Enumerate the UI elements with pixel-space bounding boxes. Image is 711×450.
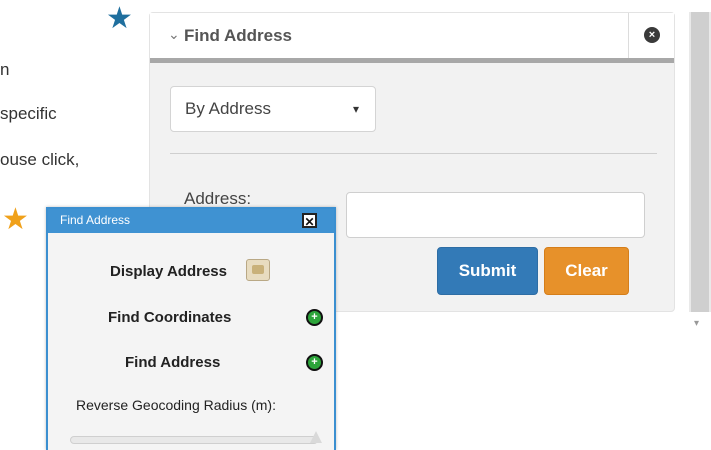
- search-mode-value: By Address: [185, 99, 271, 118]
- background-text-line-1: n: [0, 60, 10, 79]
- dialog-titlebar[interactable]: Find Address ✕: [48, 209, 334, 233]
- map-icon[interactable]: [246, 259, 270, 281]
- find-address-label: Find Address: [125, 354, 221, 371]
- find-coordinates-label: Find Coordinates: [108, 309, 232, 326]
- address-input[interactable]: [346, 192, 645, 238]
- search-mode-select[interactable]: By Address ▾: [170, 86, 376, 132]
- orange-star-icon: ★: [2, 202, 29, 237]
- background-text-line-3: ouse click,: [0, 150, 80, 169]
- close-icon[interactable]: ✕: [302, 213, 317, 229]
- radius-slider-handle[interactable]: [310, 431, 322, 443]
- reverse-geocoding-radius-label: Reverse Geocoding Radius (m):: [76, 397, 276, 413]
- close-icon[interactable]: ×: [644, 27, 660, 43]
- add-circle-icon[interactable]: +: [306, 354, 323, 371]
- scroll-down-arrow-icon[interactable]: ▾: [694, 318, 699, 329]
- scrollbar-thumb[interactable]: [691, 12, 709, 312]
- divider: [170, 153, 657, 154]
- radius-slider[interactable]: [70, 436, 318, 444]
- add-circle-icon[interactable]: +: [306, 309, 323, 326]
- panel-header[interactable]: ⌄ Find Address ×: [150, 13, 674, 63]
- find-address-dialog: Find Address ✕ Display Address Find Coor…: [46, 207, 336, 450]
- caret-down-icon: ▾: [353, 102, 360, 116]
- submit-button[interactable]: Submit: [437, 247, 538, 295]
- display-address-label: Display Address: [110, 263, 227, 280]
- panel-title: Find Address: [184, 26, 292, 45]
- address-label: Address:: [184, 189, 252, 208]
- chevron-down-icon[interactable]: ⌄: [168, 26, 180, 43]
- header-divider: [628, 13, 629, 58]
- dialog-title: Find Address: [60, 213, 131, 227]
- blue-star-icon: ★: [106, 1, 133, 36]
- background-text-line-2: specific: [0, 104, 57, 123]
- clear-button[interactable]: Clear: [544, 247, 629, 295]
